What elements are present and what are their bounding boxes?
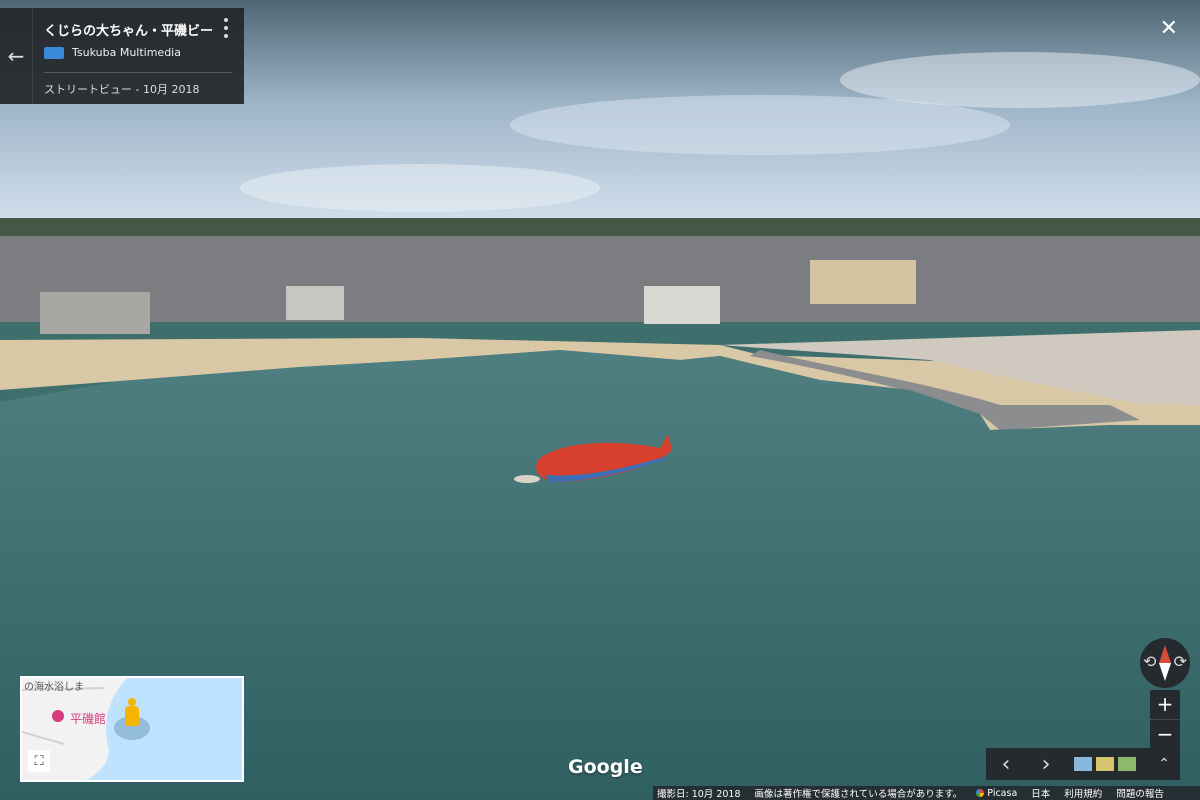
filmstrip-thumbnail[interactable] <box>1118 757 1136 771</box>
picasa-label[interactable]: Picasa <box>987 788 1017 799</box>
close-icon[interactable]: ✕ <box>1160 18 1178 40</box>
country-label: 日本 <box>1031 789 1051 800</box>
picasa-link[interactable]: Picasa <box>976 788 1017 799</box>
author-row[interactable]: Tsukuba Multimedia <box>44 46 181 59</box>
picasa-logo-icon <box>976 789 985 797</box>
north-arrow-icon <box>1159 645 1171 663</box>
zoom-in-button[interactable]: + <box>1150 690 1180 719</box>
back-arrow-icon[interactable]: ← <box>0 8 33 104</box>
street-view-date: ストリートビュー - 10月 2018 <box>44 83 200 96</box>
filmstrip-next-button[interactable]: › <box>1026 752 1066 777</box>
menu-dot <box>224 18 228 22</box>
footer-bar: 撮影日: 10月 2018 画像は著作権で保護されている場合があります。 Pic… <box>653 786 1200 800</box>
expand-filmstrip-icon[interactable]: ⌃ <box>1158 756 1170 772</box>
filmstrip-thumbnails <box>1074 757 1136 771</box>
location-info-panel: ← くじらの大ちゃん・平磯ビーチ Tsukuba Multimedia ストリー… <box>0 8 244 104</box>
zoom-out-button[interactable]: − <box>1150 720 1180 749</box>
terms-link[interactable]: 利用規約 <box>1064 786 1102 800</box>
author-name[interactable]: Tsukuba Multimedia <box>72 46 181 59</box>
rotate-right-icon[interactable]: ⟳ <box>1174 652 1187 671</box>
filmstrip-control: ‹ › ⌃ <box>986 748 1180 780</box>
filmstrip-thumbnail[interactable] <box>1096 757 1114 771</box>
report-problem-link[interactable]: 問題の報告 <box>1116 786 1164 800</box>
fullscreen-icon[interactable]: ⛶ <box>28 750 50 772</box>
filmstrip-thumbnail[interactable] <box>1074 757 1092 771</box>
rotate-left-icon[interactable]: ⟲ <box>1143 652 1156 671</box>
menu-dot <box>224 26 228 30</box>
place-pin-icon <box>52 710 64 722</box>
mini-map-label[interactable]: 平磯館 <box>70 710 106 727</box>
author-logo-icon <box>44 46 64 59</box>
filmstrip-prev-button[interactable]: ‹ <box>986 752 1026 777</box>
mini-map[interactable]: の海水浴しま 平磯館 ⛶ <box>20 676 244 782</box>
compass-control[interactable]: ⟲ ⟳ <box>1140 638 1190 688</box>
panel-divider <box>44 72 232 73</box>
mini-map-text: の海水浴しま <box>24 682 84 693</box>
capture-date: 撮影日: 10月 2018 <box>657 789 741 800</box>
location-title[interactable]: くじらの大ちゃん・平磯ビーチ <box>44 20 214 39</box>
google-logo: Google <box>568 756 643 778</box>
menu-dot <box>224 34 228 38</box>
south-arrow-icon <box>1159 663 1171 681</box>
copyright-text: 画像は著作権で保護されている場合があります。 <box>754 789 963 800</box>
pegman-icon[interactable] <box>125 698 139 726</box>
zoom-control: + − <box>1150 690 1180 748</box>
more-options-button[interactable] <box>218 18 234 38</box>
mini-map-background <box>22 678 242 780</box>
